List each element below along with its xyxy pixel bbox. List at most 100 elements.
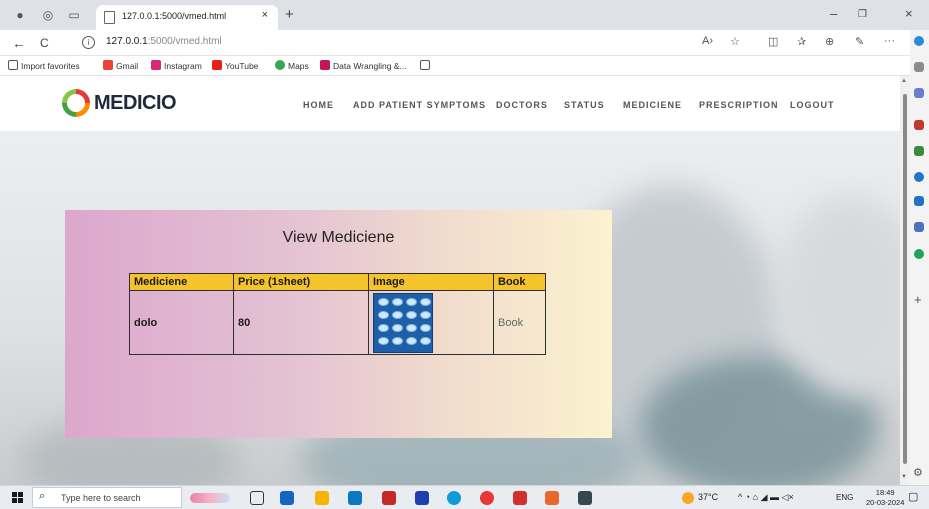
col-header-mediciene: Mediciene [129, 273, 234, 291]
temperature[interactable]: 37°C [698, 492, 718, 502]
lenovo-icon[interactable] [415, 491, 429, 505]
collections-icon[interactable]: ⊕ [825, 35, 834, 48]
tab-close-icon[interactable]: × [262, 9, 268, 21]
site-header: MEDICIO HOME ADD PATIENT SYMPTOMS DOCTOR… [0, 76, 900, 131]
office-icon[interactable] [914, 196, 924, 206]
cell-image [368, 290, 494, 355]
mail-icon[interactable] [348, 491, 362, 505]
tab-title: 127.0.0.1:5000/vmed.html [122, 11, 227, 21]
col-header-book: Book [493, 273, 546, 291]
table-row: dolo 80 Book [129, 290, 546, 355]
taskbar-clock[interactable]: 18:49 20-03-2024 [866, 488, 904, 508]
notifications-icon[interactable]: ▢ [908, 490, 918, 503]
copilot-icon[interactable] [914, 36, 924, 46]
cell-price: 80 [233, 290, 369, 355]
drop-icon[interactable] [914, 249, 924, 259]
shopping-icon[interactable] [914, 120, 924, 130]
more-menu-icon[interactable]: ··· [884, 35, 895, 47]
terminal-icon[interactable] [578, 491, 592, 505]
nav-add-patient-symptoms[interactable]: ADD PATIENT SYMPTOMS [353, 100, 486, 110]
page-viewport: MEDICIO HOME ADD PATIENT SYMPTOMS DOCTOR… [0, 76, 900, 485]
opera-icon[interactable] [480, 491, 494, 505]
favorite-import[interactable]: Import favorites [8, 60, 80, 71]
weather-icon[interactable] [682, 492, 694, 504]
favorite-instagram[interactable]: Instagram [151, 60, 202, 71]
workspaces-icon[interactable]: ◎ [40, 7, 56, 23]
edge-icon[interactable] [447, 491, 461, 505]
profile-icon[interactable]: ● [12, 7, 28, 23]
store-icon[interactable] [280, 491, 294, 505]
mcafee-icon[interactable] [382, 491, 396, 505]
clock-time: 18:49 [875, 488, 895, 497]
youtube-icon [212, 60, 222, 70]
language-indicator[interactable]: ENG [836, 493, 853, 502]
maps-icon [275, 60, 285, 70]
nav-logout[interactable]: LOGOUT [790, 100, 835, 110]
system-tray-icons[interactable]: ^ ◔ ⌂ ◢ ▬ ◁× [738, 492, 794, 503]
medicine-image [373, 292, 433, 353]
add-sidebar-app-icon[interactable]: + [914, 292, 922, 307]
site-info-icon[interactable]: i [82, 36, 95, 49]
games-icon[interactable] [914, 146, 924, 156]
tools-icon[interactable] [914, 172, 924, 182]
page-scrollbar[interactable]: ▲ ▼ [900, 76, 910, 485]
nav-status[interactable]: STATUS [564, 100, 605, 110]
search-icon: ⌕ [39, 490, 46, 502]
url-text: 127.0.0.1:5000/vmed.html [106, 36, 222, 47]
sidebar-settings-icon[interactable]: ⚙ [913, 466, 923, 479]
document-icon [320, 60, 330, 70]
minimize-button[interactable]: – [830, 6, 837, 21]
tag-icon[interactable] [914, 88, 924, 98]
favorite-gmail[interactable]: Gmail [103, 60, 138, 71]
widgets-icon[interactable] [190, 493, 230, 503]
nav-prescription[interactable]: PRESCRIPTION [699, 100, 779, 110]
nav-home[interactable]: HOME [303, 100, 334, 110]
col-header-price: Price (1sheet) [233, 273, 369, 291]
reload-button[interactable]: C [40, 36, 49, 50]
tab-actions-icon[interactable]: ▭ [66, 7, 82, 23]
windows-start-icon[interactable] [12, 492, 24, 504]
back-button[interactable]: ← [12, 35, 26, 51]
scroll-up-icon[interactable]: ▲ [901, 78, 907, 84]
nav-mediciene[interactable]: MEDICIENE [623, 100, 682, 110]
restore-button[interactable]: ❐ [858, 9, 867, 20]
powerpoint-icon[interactable] [545, 491, 559, 505]
favorite-maps[interactable]: Maps [275, 60, 309, 71]
view-mediciene-card: View Mediciene Mediciene Price (1sheet) … [65, 210, 612, 438]
split-screen-icon[interactable]: ◫ [768, 35, 778, 48]
zoom-icon[interactable] [513, 491, 527, 505]
col-header-image: Image [368, 273, 494, 291]
taskbar-search-input[interactable]: ⌕ Type here to search [32, 487, 182, 508]
extensions-icon[interactable]: ✎ [855, 35, 864, 48]
windows-taskbar: ⌕ Type here to search 37°C ^ ◔ ⌂ ◢ ▬ ◁× … [0, 485, 929, 509]
new-tab-button[interactable]: + [285, 6, 294, 23]
book-link[interactable]: Book [493, 290, 546, 355]
nav-doctors[interactable]: DOCTORS [496, 100, 548, 110]
import-icon [8, 60, 18, 70]
favorites-icon[interactable]: ✰ [797, 35, 806, 48]
search-icon[interactable] [914, 62, 924, 72]
mediciene-table: Mediciene Price (1sheet) Image Book dolo… [129, 273, 546, 355]
address-bar: ← C i 127.0.0.1:5000/vmed.html A› ☆ ◫ ✰ … [0, 30, 929, 56]
clock-date: 20-03-2024 [866, 498, 905, 507]
edge-sidebar: + ⚙ [910, 30, 929, 485]
instagram-icon [151, 60, 161, 70]
scroll-down-icon[interactable]: ▼ [901, 474, 907, 480]
browser-tab[interactable]: 127.0.0.1:5000/vmed.html × [96, 5, 278, 30]
tab-bar: ● ◎ ▭ 127.0.0.1:5000/vmed.html × + – ❐ × [0, 0, 929, 30]
logo-ring-icon [62, 89, 90, 117]
favorite-page[interactable] [420, 60, 433, 71]
favorite-data-wrangling[interactable]: Data Wrangling &... [320, 60, 407, 71]
page-icon [104, 11, 115, 24]
favorite-star-icon[interactable]: ☆ [730, 35, 740, 48]
logo-text: MEDICIO [94, 92, 177, 114]
favorites-bar: Import favorites Gmail Instagram YouTube… [0, 56, 929, 76]
read-aloud-icon[interactable]: A› [702, 35, 713, 47]
outlook-icon[interactable] [914, 222, 924, 232]
favorite-youtube[interactable]: YouTube [212, 60, 258, 71]
task-view-icon[interactable] [250, 491, 264, 505]
close-window-button[interactable]: × [905, 6, 913, 21]
cell-mediciene-name: dolo [129, 290, 234, 355]
scrollbar-thumb[interactable] [903, 94, 907, 464]
file-explorer-icon[interactable] [315, 491, 329, 505]
